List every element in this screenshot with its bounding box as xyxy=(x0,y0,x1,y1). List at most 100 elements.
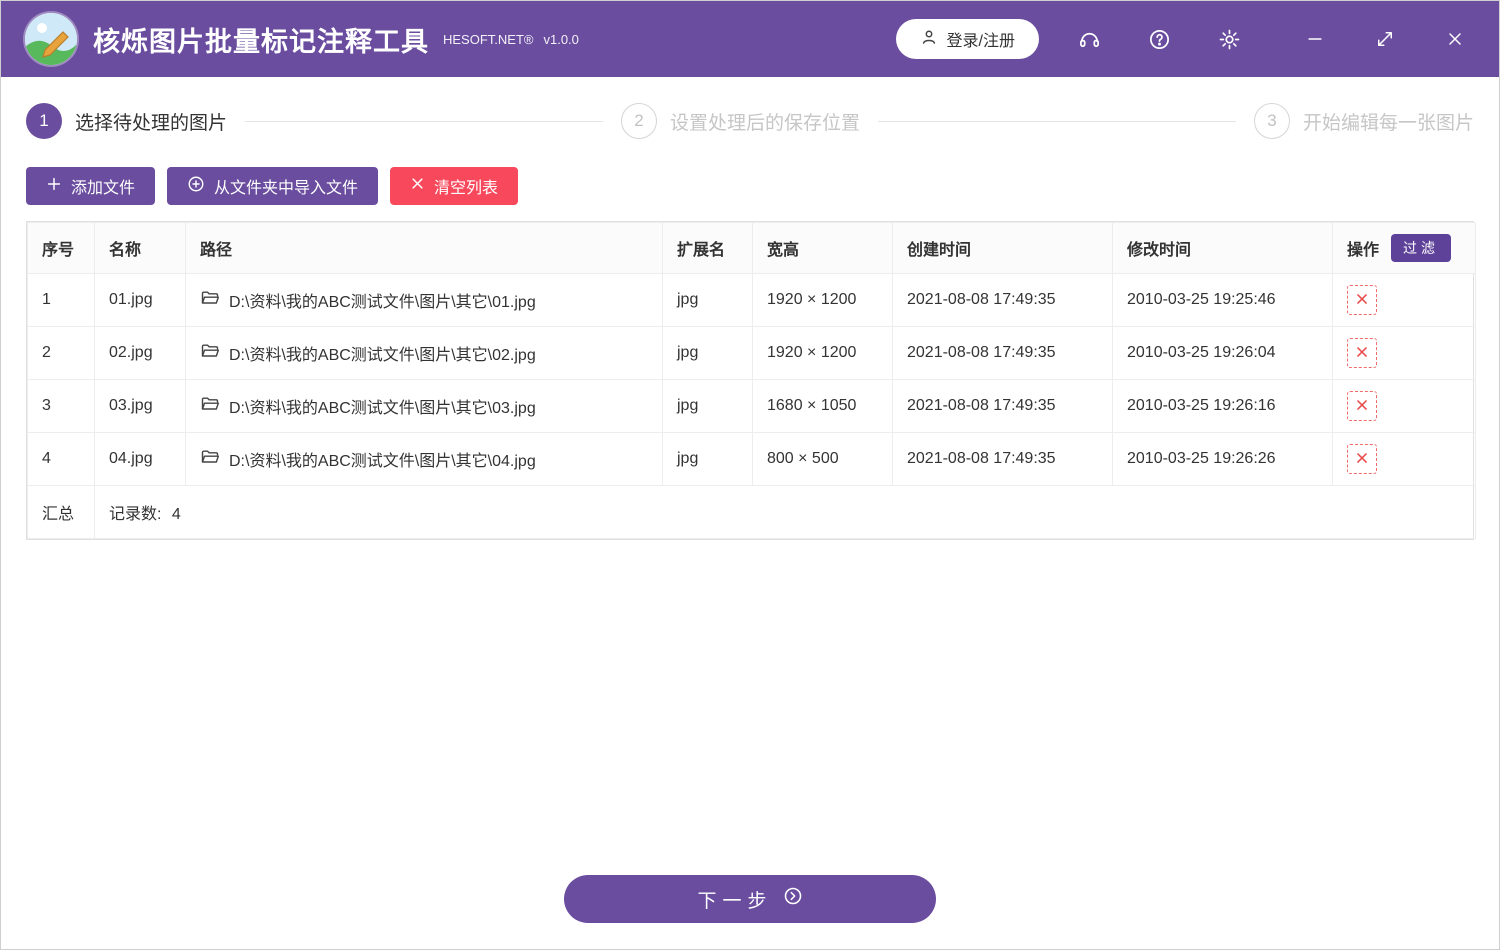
window-controls xyxy=(1265,19,1475,59)
cell-index: 1 xyxy=(28,274,95,327)
header-ext: 扩展名 xyxy=(663,223,753,274)
step-connector xyxy=(878,121,1236,122)
cell-name: 04.jpg xyxy=(95,433,186,486)
app-logo-icon xyxy=(25,13,77,65)
cell-modified: 2010-03-25 19:26:04 xyxy=(1113,327,1333,380)
cell-ext: jpg xyxy=(663,327,753,380)
path-text: D:\资料\我的ABC测试文件\图片\其它\04.jpg xyxy=(229,447,536,471)
cell-actions xyxy=(1333,433,1476,486)
clear-list-label: 清空列表 xyxy=(434,174,498,198)
header-name: 名称 xyxy=(95,223,186,274)
delete-row-button[interactable] xyxy=(1347,285,1377,315)
records-count: 4 xyxy=(172,506,181,523)
cell-path: D:\资料\我的ABC测试文件\图片\其它\04.jpg xyxy=(186,433,663,486)
table-row: 1 01.jpg D:\资料\我的ABC测试文件\图片\其它\01.jpg xyxy=(28,274,1476,327)
step-1-label: 选择待处理的图片 xyxy=(75,108,227,135)
question-icon xyxy=(1148,28,1171,51)
step-2-label: 设置处理后的保存位置 xyxy=(670,108,860,135)
delete-row-button[interactable] xyxy=(1347,338,1377,368)
step-3-number: 3 xyxy=(1254,103,1290,139)
cell-modified: 2010-03-25 19:26:16 xyxy=(1113,380,1333,433)
cell-size: 800 × 500 xyxy=(753,433,893,486)
step-connector xyxy=(245,121,603,122)
file-toolbar: 添加文件 从文件夹中导入文件 清空列表 xyxy=(1,157,1499,221)
table-header-row: 序号 名称 路径 扩展名 宽高 创建时间 修改时间 操作 过滤 xyxy=(28,223,1476,274)
delete-x-icon xyxy=(1355,451,1369,468)
step-3-label: 开始编辑每一张图片 xyxy=(1303,108,1474,135)
table-row: 4 04.jpg D:\资料\我的ABC测试文件\图片\其它\04.jpg xyxy=(28,433,1476,486)
clear-list-button[interactable]: 清空列表 xyxy=(390,167,518,205)
summary-value: 记录数: 4 xyxy=(95,486,1476,539)
import-folder-label: 从文件夹中导入文件 xyxy=(214,174,358,198)
brand-text: HESOFT.NET® xyxy=(443,32,533,47)
arrow-circle-icon xyxy=(783,886,803,912)
filter-button[interactable]: 过滤 xyxy=(1391,234,1451,262)
help-button[interactable] xyxy=(1139,19,1179,59)
cell-modified: 2010-03-25 19:25:46 xyxy=(1113,274,1333,327)
header-path: 路径 xyxy=(186,223,663,274)
header-modified: 修改时间 xyxy=(1113,223,1333,274)
folder-open-icon xyxy=(200,394,220,419)
close-button[interactable] xyxy=(1435,19,1475,59)
delete-row-button[interactable] xyxy=(1347,391,1377,421)
step-1: 1 选择待处理的图片 xyxy=(26,103,227,139)
close-icon xyxy=(1445,29,1465,49)
folder-open-icon xyxy=(200,288,220,313)
login-register-button[interactable]: 登录/注册 xyxy=(896,19,1039,59)
table-row: 3 03.jpg D:\资料\我的ABC测试文件\图片\其它\03.jpg xyxy=(28,380,1476,433)
minimize-icon xyxy=(1305,29,1325,49)
cell-name: 02.jpg xyxy=(95,327,186,380)
summary-label: 汇总 xyxy=(28,486,95,539)
cell-size: 1920 × 1200 xyxy=(753,327,893,380)
cell-modified: 2010-03-25 19:26:26 xyxy=(1113,433,1333,486)
header-actions-label: 操作 xyxy=(1347,236,1379,260)
next-step-button[interactable]: 下一步 xyxy=(564,875,936,923)
cell-path: D:\资料\我的ABC测试文件\图片\其它\03.jpg xyxy=(186,380,663,433)
delete-x-icon xyxy=(1355,345,1369,362)
maximize-icon xyxy=(1375,29,1395,49)
cell-size: 1920 × 1200 xyxy=(753,274,893,327)
delete-row-button[interactable] xyxy=(1347,444,1377,474)
header-created: 创建时间 xyxy=(893,223,1113,274)
settings-button[interactable] xyxy=(1209,19,1249,59)
cell-path: D:\资料\我的ABC测试文件\图片\其它\01.jpg xyxy=(186,274,663,327)
maximize-button[interactable] xyxy=(1365,19,1405,59)
step-2-number: 2 xyxy=(621,103,657,139)
header-actions: 操作 过滤 xyxy=(1333,223,1476,274)
step-indicator: 1 选择待处理的图片 2 设置处理后的保存位置 3 开始编辑每一张图片 xyxy=(1,85,1499,157)
step-2: 2 设置处理后的保存位置 xyxy=(621,103,860,139)
header-size: 宽高 xyxy=(753,223,893,274)
app-window: 核烁图片批量标记注释工具 HESOFT.NET® v1.0.0 登录/注册 xyxy=(0,0,1500,950)
cell-index: 3 xyxy=(28,380,95,433)
app-subtitle: HESOFT.NET® v1.0.0 xyxy=(443,32,579,47)
x-icon xyxy=(410,176,425,196)
cell-index: 2 xyxy=(28,327,95,380)
table-row: 2 02.jpg D:\资料\我的ABC测试文件\图片\其它\02.jpg xyxy=(28,327,1476,380)
cell-name: 01.jpg xyxy=(95,274,186,327)
delete-x-icon xyxy=(1355,292,1369,309)
circle-plus-icon xyxy=(187,175,205,198)
headset-icon xyxy=(1078,28,1101,51)
next-step-label: 下一步 xyxy=(697,886,772,913)
cell-actions xyxy=(1333,327,1476,380)
records-label: 记录数: xyxy=(109,506,161,523)
cell-name: 03.jpg xyxy=(95,380,186,433)
titlebar: 核烁图片批量标记注释工具 HESOFT.NET® v1.0.0 登录/注册 xyxy=(1,1,1499,77)
cell-created: 2021-08-08 17:49:35 xyxy=(893,274,1113,327)
minimize-button[interactable] xyxy=(1295,19,1335,59)
add-files-label: 添加文件 xyxy=(71,174,135,198)
login-register-label: 登录/注册 xyxy=(947,27,1015,51)
import-folder-button[interactable]: 从文件夹中导入文件 xyxy=(167,167,378,205)
version-text: v1.0.0 xyxy=(543,32,578,47)
path-text: D:\资料\我的ABC测试文件\图片\其它\01.jpg xyxy=(229,288,536,312)
cell-created: 2021-08-08 17:49:35 xyxy=(893,380,1113,433)
folder-open-icon xyxy=(200,447,220,472)
cell-size: 1680 × 1050 xyxy=(753,380,893,433)
cell-ext: jpg xyxy=(663,274,753,327)
cell-ext: jpg xyxy=(663,433,753,486)
support-button[interactable] xyxy=(1069,19,1109,59)
delete-x-icon xyxy=(1355,398,1369,415)
cell-index: 4 xyxy=(28,433,95,486)
add-files-button[interactable]: 添加文件 xyxy=(26,167,155,205)
header-index: 序号 xyxy=(28,223,95,274)
